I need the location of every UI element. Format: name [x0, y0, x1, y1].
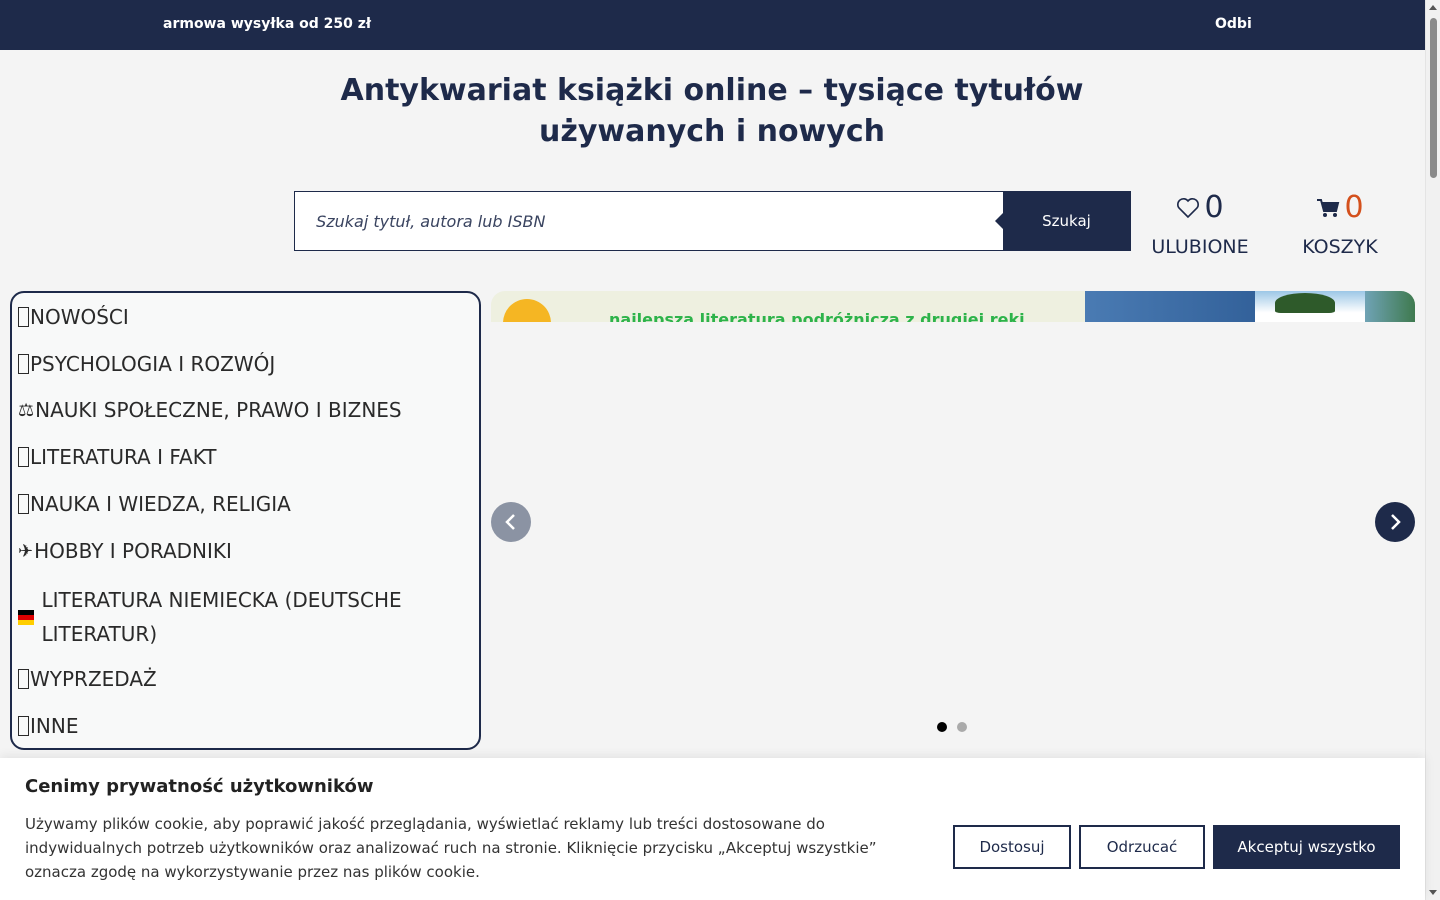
slider-pagination [937, 722, 967, 732]
slider-prev-button[interactable] [491, 502, 531, 542]
cookie-title: Cenimy prywatność użytkowników [25, 776, 374, 797]
search-form: Szukaj [294, 191, 1131, 251]
heart-icon [1177, 198, 1200, 219]
slide-dot-2[interactable] [957, 722, 967, 732]
other-icon [18, 716, 29, 736]
palm-illustration [1255, 291, 1365, 322]
category-label: NAUKA I WIEDZA, RELIGIA [30, 492, 291, 516]
science-icon [18, 494, 29, 514]
favorites-label: ULUBIONE [1151, 236, 1249, 258]
cart-count-row: 0 [1300, 188, 1380, 228]
german-flag-icon [18, 609, 35, 625]
category-label: INNE [30, 714, 79, 738]
free-shipping-text: armowa wysyłka od 250 zł [163, 16, 372, 32]
cookie-reject-button[interactable]: Odrzucać [1079, 825, 1205, 869]
category-label: PSYCHOLOGIA I ROZWÓJ [30, 352, 276, 376]
category-label: LITERATURA NIEMIECKA (DEUTSCHE LITERATUR… [41, 588, 402, 646]
chevron-right-icon [1391, 514, 1401, 530]
category-menu: NOWOŚCI PSYCHOLOGIA I ROZWÓJ ⚖ NAUKI SPOŁ… [10, 291, 481, 750]
cookie-accept-all-button[interactable]: Akceptuj wszystko [1213, 825, 1400, 869]
book-icon [18, 447, 29, 467]
page-scrollbar[interactable] [1425, 0, 1440, 900]
scroll-down-arrow-icon[interactable] [1429, 890, 1437, 895]
category-item-nauki-spoleczne[interactable]: ⚖ NAUKI SPOŁECZNE, PRAWO I BIZNES [18, 398, 402, 422]
cookie-consent-banner: Cenimy prywatność użytkowników Używamy p… [0, 758, 1425, 900]
category-label: WYPRZEDAŻ [30, 667, 157, 691]
category-item-nowosci[interactable]: NOWOŚCI [18, 305, 129, 329]
banner-text: najlepsza literatura podróżnicza z drugi… [609, 310, 1025, 322]
favorites-count-row: 0 [1150, 188, 1250, 228]
scrollbar-thumb[interactable] [1430, 18, 1437, 178]
category-item-nauka-wiedza[interactable]: NAUKA I WIEDZA, RELIGIA [18, 492, 291, 516]
sale-icon [18, 669, 29, 689]
cookie-customize-button[interactable]: Dostosuj [953, 825, 1071, 869]
brain-icon [18, 354, 29, 374]
favorites-link[interactable]: 0 ULUBIONE [1150, 188, 1250, 262]
slide-dot-1[interactable] [937, 722, 947, 732]
category-item-psychologia[interactable]: PSYCHOLOGIA I ROZWÓJ [18, 352, 275, 376]
cart-link[interactable]: 0 KOSZYK [1300, 188, 1380, 262]
category-item-wyprzedaz[interactable]: WYPRZEDAŻ [18, 667, 157, 691]
chevron-left-icon [505, 514, 515, 530]
slide-banner-image[interactable]: najlepsza literatura podróżnicza z drugi… [491, 291, 1415, 322]
cart-count: 0 [1344, 190, 1364, 225]
new-icon [18, 307, 29, 327]
scales-icon: ⚖ [18, 399, 35, 421]
search-input[interactable] [295, 192, 1005, 250]
cart-icon [1317, 199, 1340, 217]
denim-illustration [1085, 291, 1415, 322]
scroll-up-arrow-icon[interactable] [1429, 5, 1437, 10]
category-label: NOWOŚCI [30, 305, 129, 329]
category-item-inne[interactable]: INNE [18, 714, 78, 738]
pickup-link[interactable]: Odbi [1215, 16, 1252, 32]
cart-label: KOSZYK [1302, 236, 1378, 258]
top-announcement-bar: armowa wysyłka od 250 zł Odbi [0, 0, 1425, 50]
cookie-description: Używamy plików cookie, aby poprawić jako… [25, 815, 877, 881]
category-item-hobby[interactable]: ✈ HOBBY I PORADNIKI [18, 539, 232, 563]
page-title: Antykwariat książki online – tysiące tyt… [340, 73, 1084, 149]
pickup-label: Odbi [1215, 16, 1252, 32]
slider-next-button[interactable] [1375, 502, 1415, 542]
category-item-literatura-niemiecka[interactable]: LITERATURA NIEMIECKA (DEUTSCHE LITERATUR… [18, 583, 438, 651]
search-button[interactable]: Szukaj [995, 191, 1130, 251]
favorites-count: 0 [1204, 190, 1224, 225]
hero-slider: najlepsza literatura podróżnicza z drugi… [491, 291, 1415, 751]
airplane-icon: ✈ [18, 540, 34, 562]
sun-illustration [503, 299, 551, 322]
category-label: LITERATURA I FAKT [30, 445, 217, 469]
category-label: NAUKI SPOŁECZNE, PRAWO I BIZNES [35, 398, 402, 422]
category-label: HOBBY I PORADNIKI [34, 539, 232, 563]
category-item-literatura-fakt[interactable]: LITERATURA I FAKT [18, 445, 216, 469]
